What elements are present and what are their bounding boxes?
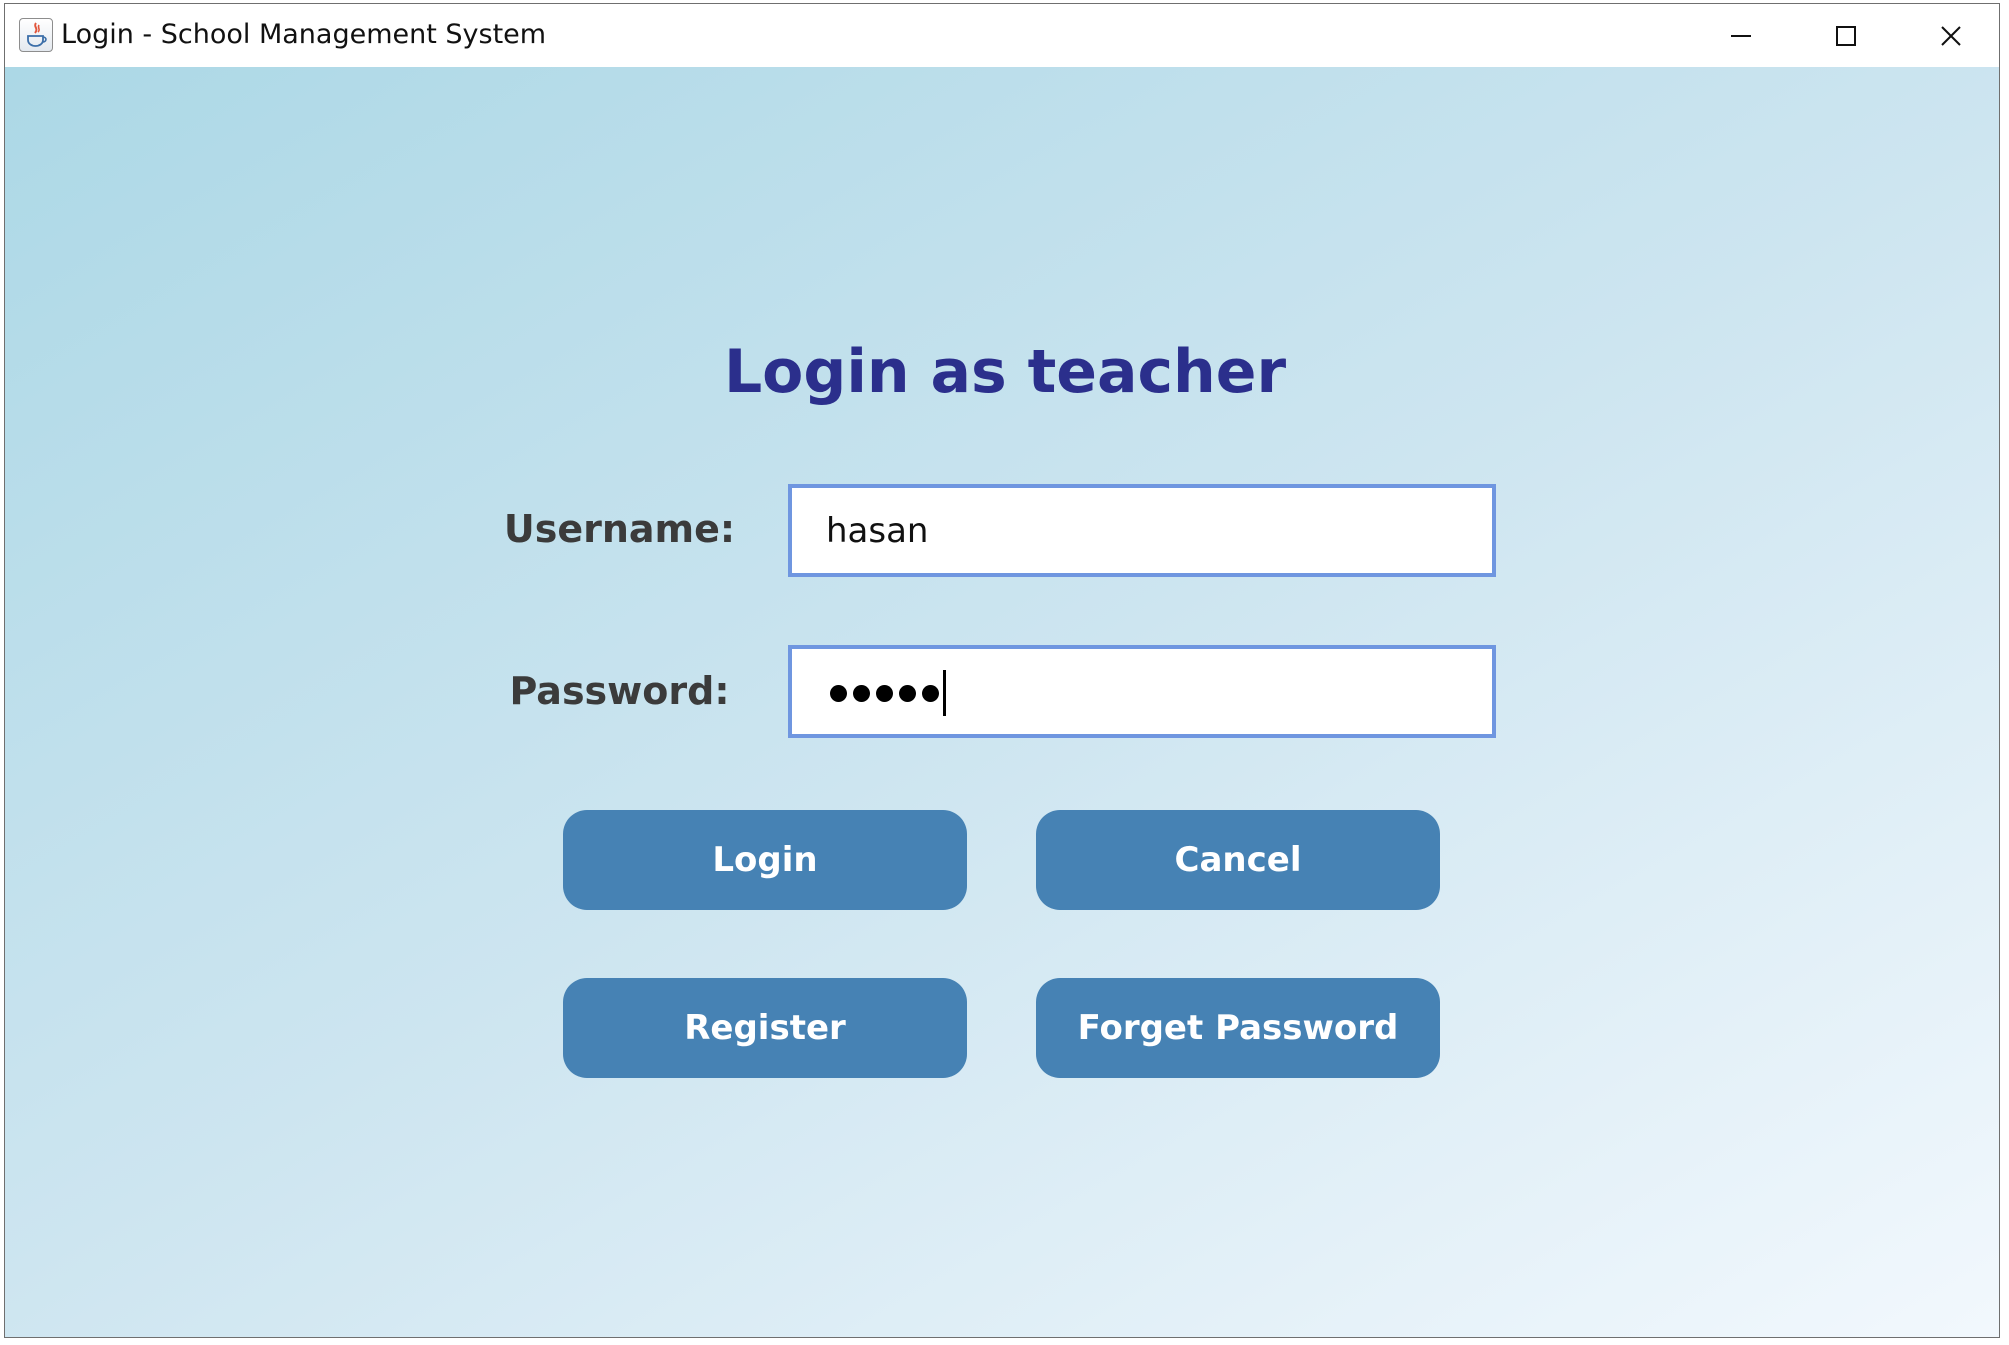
register-button[interactable]: Register [563, 978, 967, 1078]
username-input[interactable] [792, 488, 1492, 573]
window-title: Login - School Management System [61, 19, 547, 50]
cancel-button[interactable]: Cancel [1036, 810, 1440, 910]
password-dot [830, 684, 847, 702]
login-panel: Login as teacher Username: Password: Log… [5, 67, 1999, 1337]
username-field[interactable] [788, 484, 1496, 577]
password-dot [922, 684, 939, 702]
maximize-button[interactable] [1794, 4, 1898, 67]
maximize-icon [1836, 25, 1856, 46]
close-icon [1941, 25, 1961, 46]
title-bar[interactable]: Login - School Management System [5, 4, 1999, 67]
text-caret [943, 670, 946, 716]
password-dot [853, 684, 870, 702]
password-field[interactable] [788, 645, 1496, 738]
password-dot [876, 684, 893, 702]
java-coffee-icon [19, 18, 53, 52]
password-label: Password: [509, 669, 730, 713]
username-label: Username: [503, 507, 736, 551]
page-title: Login as teacher [723, 337, 1287, 407]
password-dot [899, 684, 916, 702]
forget-password-button[interactable]: Forget Password [1036, 978, 1440, 1078]
close-button[interactable] [1899, 4, 1999, 67]
login-window: Login - School Management System Login a… [4, 3, 2000, 1338]
minimize-button[interactable] [1689, 4, 1793, 67]
password-masked-value [830, 670, 946, 716]
minimize-icon [1731, 34, 1751, 37]
login-button[interactable]: Login [563, 810, 967, 910]
